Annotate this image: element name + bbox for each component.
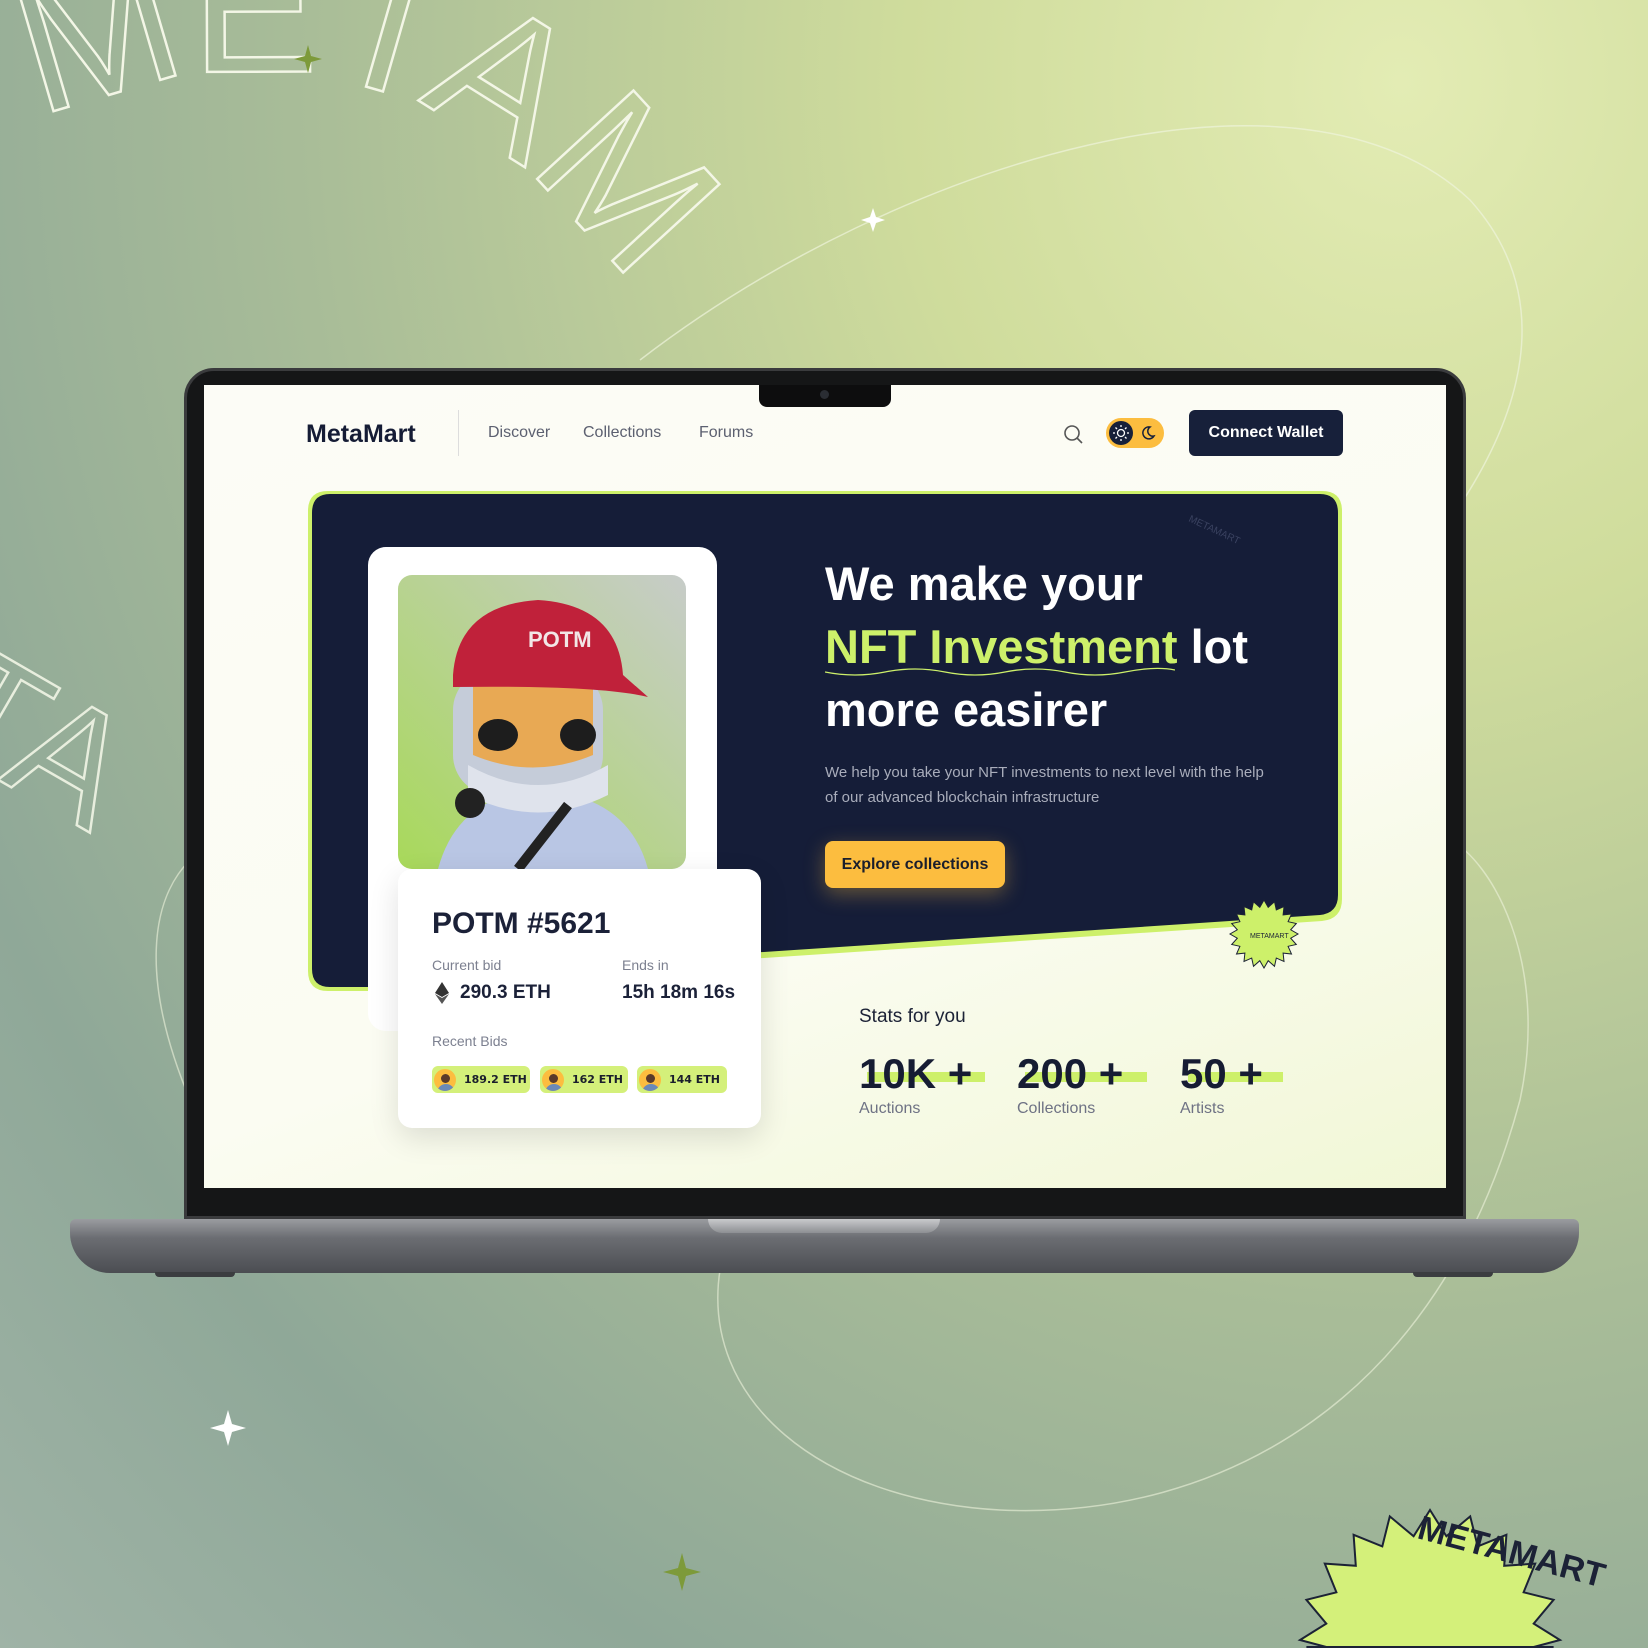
nft-artwork[interactable]: POTM	[398, 575, 686, 869]
ends-in-label: Ends in	[622, 957, 669, 973]
divider	[458, 410, 459, 456]
theme-toggle[interactable]	[1106, 418, 1164, 448]
moon-icon	[1142, 426, 1156, 440]
stat-auctions: 10K + Auctions	[859, 1050, 985, 1118]
laptop-lip	[708, 1219, 940, 1233]
metamart-badge-small: METAMART	[1228, 898, 1300, 970]
nft-info-card: POTM #5621 Current bid 290.3 ETH Ends in…	[398, 869, 761, 1128]
nav-discover[interactable]: Discover	[488, 424, 550, 442]
headline-line-1: We make your	[825, 557, 1143, 610]
laptop-foot	[155, 1272, 235, 1277]
svg-text:METAMART: METAMART	[1250, 933, 1289, 940]
stat-collections: 200 + Collections	[1017, 1050, 1147, 1118]
logo[interactable]: MetaMart	[306, 420, 416, 449]
bidder-avatar	[540, 1066, 566, 1093]
ends-in-value: 15h 18m 16s	[622, 982, 736, 1003]
recent-bid[interactable]: 189.2 ETH	[432, 1066, 530, 1093]
recent-bid[interactable]: 144 ETH	[637, 1066, 727, 1093]
laptop-foot	[1413, 1272, 1493, 1277]
headline-line-2: lot	[1177, 620, 1249, 673]
bidder-avatar	[432, 1066, 458, 1093]
hero-headline: We make your NFT Investment lot more eas…	[825, 552, 1345, 741]
recent-bid[interactable]: 162 ETH	[540, 1066, 628, 1093]
bid-amount: 144 ETH	[669, 1073, 721, 1086]
current-bid-label: Current bid	[432, 957, 502, 973]
bid-amount: 189.2 ETH	[464, 1073, 527, 1086]
nav-forums[interactable]: Forums	[699, 424, 753, 442]
watermark-text-left: TA	[0, 611, 163, 862]
wavy-underline	[825, 667, 1175, 676]
stats-title: Stats for you	[859, 1006, 966, 1027]
hero-description: We help you take your NFT investments to…	[825, 764, 1264, 806]
headline-line-3: more easirer	[825, 683, 1108, 736]
explore-collections-button[interactable]: Explore collections	[825, 841, 1005, 888]
current-bid-value: 290.3 ETH	[460, 982, 551, 1003]
nft-title: POTM #5621	[432, 907, 611, 940]
bid-amount: 162 ETH	[572, 1073, 624, 1086]
connect-wallet-button[interactable]: Connect Wallet	[1189, 410, 1343, 456]
bidder-avatar	[637, 1066, 663, 1093]
watermark-text: METAMART	[0, 0, 760, 312]
camera-icon	[820, 390, 829, 399]
sun-icon	[1109, 421, 1133, 445]
stat-artists: 50 + Artists	[1180, 1050, 1283, 1118]
svg-text:POTM: POTM	[528, 627, 592, 652]
nav-collections[interactable]: Collections	[583, 424, 661, 442]
search-icon[interactable]	[1062, 423, 1084, 445]
metamart-badge-large: METAMART	[1297, 1508, 1609, 1648]
ethereum-icon	[435, 982, 449, 1004]
recent-bids-label: Recent Bids	[432, 1033, 508, 1049]
